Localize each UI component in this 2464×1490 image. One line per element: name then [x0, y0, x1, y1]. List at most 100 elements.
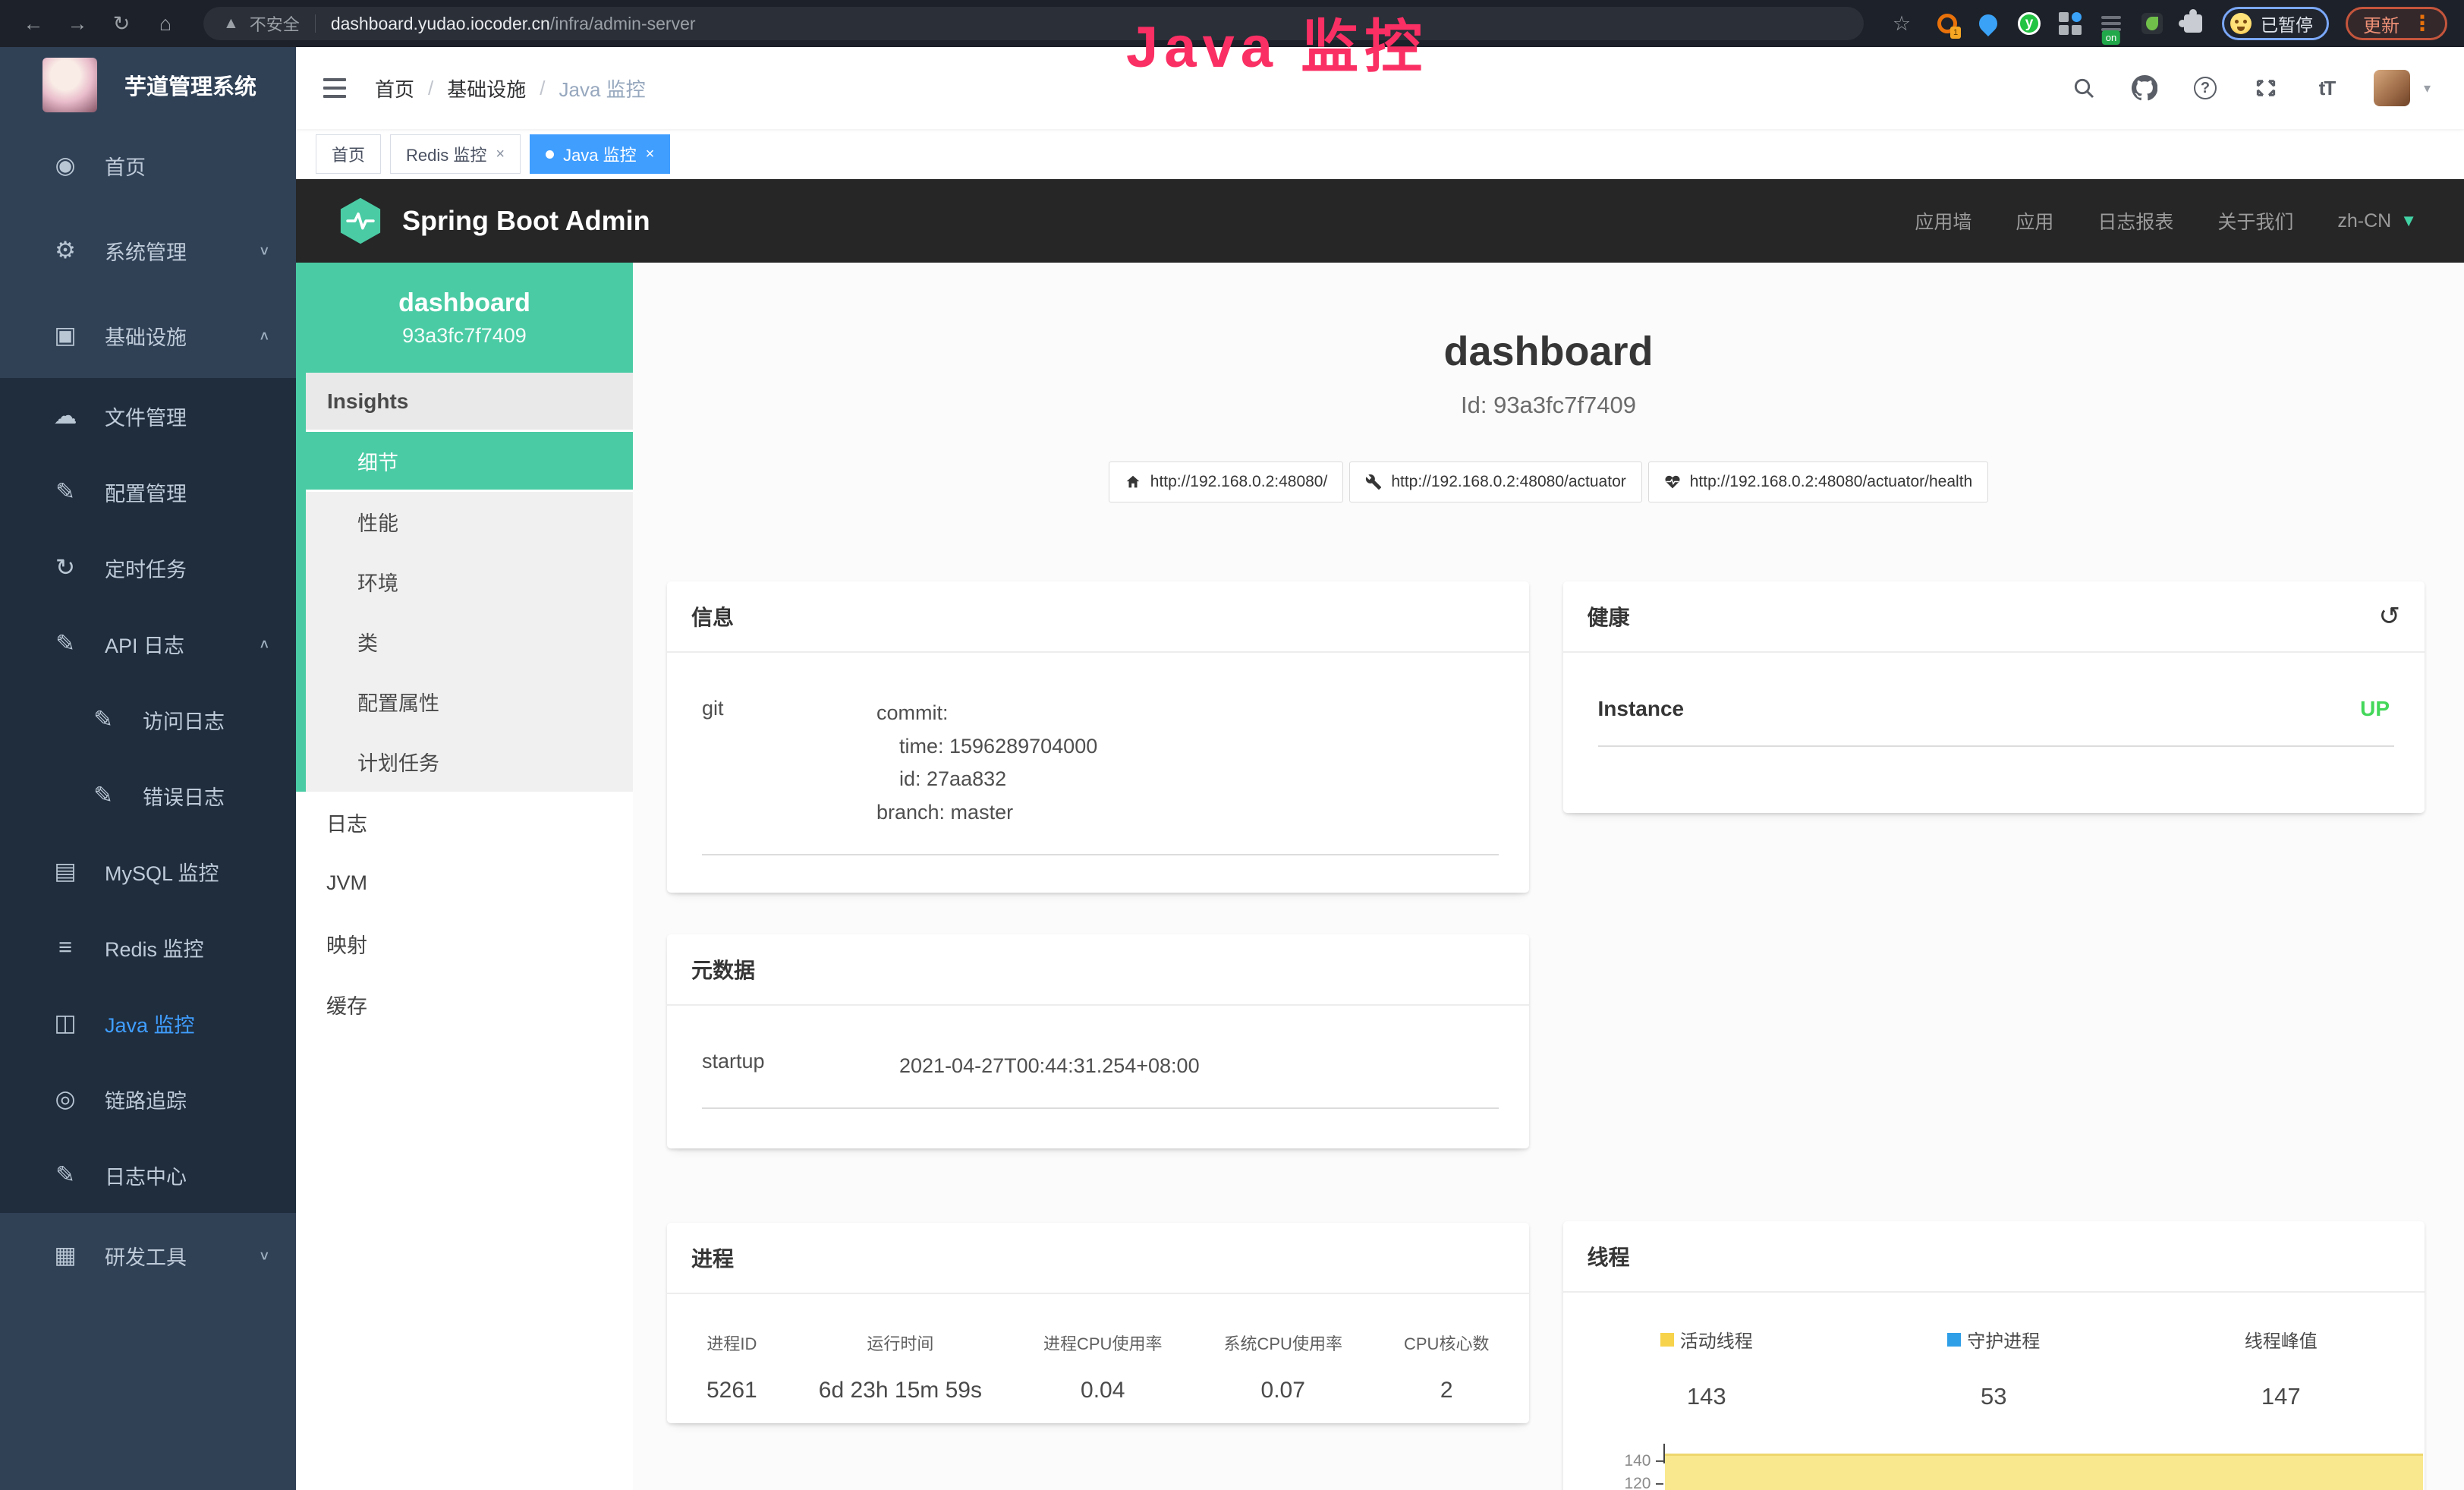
url-path: /infra/admin-server: [550, 14, 696, 33]
extension-orange-ring-icon[interactable]: 1: [1935, 11, 1959, 36]
sidebar-item-java[interactable]: ◫ Java 监控: [0, 985, 296, 1061]
sba-nav: 应用墙 应用 日志报表 关于我们 zh-CN ▼: [1915, 207, 2417, 235]
history-icon[interactable]: ↺: [2379, 603, 2401, 629]
sba-content: dashboard Id: 93a3fc7f7409 http://192.16…: [633, 263, 2464, 1490]
breadcrumb-infra[interactable]: 基础设施: [447, 74, 526, 102]
help-icon[interactable]: ?: [2192, 74, 2219, 102]
sba-item-caches[interactable]: 缓存: [296, 974, 633, 1035]
avatar[interactable]: [2374, 70, 2410, 106]
row-divider: [702, 1107, 1499, 1109]
sidebar-item-config[interactable]: ✎ 配置管理: [0, 454, 296, 530]
sidebar-logo-row[interactable]: 芋道管理系统: [0, 47, 296, 123]
gear-icon: ⚙: [49, 237, 82, 264]
process-col-proc-cpu: 进程CPU使用率 0.04: [1043, 1331, 1162, 1403]
extension-leaf-icon[interactable]: [2140, 11, 2164, 36]
extension-y-icon[interactable]: y: [2017, 11, 2041, 36]
update-label: 更新: [2363, 11, 2399, 37]
sba-app-header[interactable]: dashboard 93a3fc7f7409: [296, 263, 633, 373]
home-icon[interactable]: ⌂: [149, 7, 182, 40]
sidebar-item-file[interactable]: ☁ 文件管理: [0, 378, 296, 454]
sidebar-item-home[interactable]: ◉ 首页: [0, 123, 296, 208]
address-bar[interactable]: ▲ 不安全 dashboard.yudao.iocoder.cn/infra/a…: [203, 7, 1864, 40]
breadcrumb-home[interactable]: 首页: [375, 74, 414, 102]
fullscreen-icon[interactable]: [2252, 74, 2280, 102]
extension-grid-icon[interactable]: [2058, 11, 2082, 36]
sba-item-jvm[interactable]: JVM: [296, 852, 633, 913]
sidebar-item-error-log[interactable]: ✎ 错误日志: [0, 758, 296, 833]
sba-logo-icon: [338, 197, 382, 245]
log-edit-icon: ✎: [87, 782, 120, 809]
url-domain: dashboard.yudao.iocoder.cn: [331, 14, 550, 33]
sba-nav-about[interactable]: 关于我们: [2217, 207, 2293, 235]
sba-item-config-props[interactable]: 配置属性: [306, 672, 633, 732]
forward-icon[interactable]: →: [61, 7, 94, 40]
font-size-icon[interactable]: tT: [2313, 74, 2340, 102]
sba-item-scheduled-tasks[interactable]: 计划任务: [306, 732, 633, 792]
avatar-caret-icon[interactable]: ▾: [2424, 80, 2431, 96]
process-col-sys-cpu: 系统CPU使用率 0.07: [1224, 1331, 1342, 1403]
metadata-row-value: 2021-04-27T00:44:31.254+08:00: [899, 1050, 1499, 1083]
instance-home-link[interactable]: http://192.168.0.2:48080/: [1109, 461, 1344, 502]
instance-actuator-link[interactable]: http://192.168.0.2:48080/actuator: [1349, 461, 1641, 502]
process-col-uptime: 运行时间 6d 23h 15m 59s: [819, 1331, 982, 1403]
close-icon[interactable]: ×: [646, 146, 655, 163]
process-col-cores: CPU核心数 2: [1404, 1331, 1489, 1403]
reload-icon[interactable]: ↻: [105, 7, 138, 40]
tab-redis[interactable]: Redis 监控 ×: [390, 134, 521, 174]
active-dot-icon: [546, 150, 554, 159]
wrench-icon: [1365, 474, 1382, 490]
eye-icon: ◎: [49, 1085, 82, 1113]
monitor-icon: ▣: [49, 322, 82, 349]
home-icon: [1125, 474, 1141, 490]
sidebar-item-access-log[interactable]: ✎ 访问日志: [0, 682, 296, 758]
sba-item-mappings[interactable]: 映射: [296, 913, 633, 974]
back-icon[interactable]: ←: [17, 7, 50, 40]
sba-item-details[interactable]: 细节: [306, 432, 633, 492]
browser-update-button[interactable]: 更新 ⋮: [2346, 7, 2447, 40]
sidebar-item-system[interactable]: ⚙ 系统管理 ∨: [0, 208, 296, 293]
sba-nav-applications[interactable]: 应用: [2016, 207, 2053, 235]
cloud-upload-icon: ☁: [49, 402, 82, 430]
extension-pin-icon[interactable]: [1976, 11, 2000, 36]
sidebar-item-log-center[interactable]: ✎ 日志中心: [0, 1137, 296, 1213]
metadata-row-label: startup: [702, 1050, 899, 1083]
cards-grid: 信息 git commit: time: 1596289704000 id: 2…: [667, 581, 2425, 1490]
tab-java[interactable]: Java 监控 ×: [530, 134, 670, 174]
sba-nav-wallboard[interactable]: 应用墙: [1915, 207, 1972, 235]
profile-paused-badge[interactable]: 已暂停: [2222, 7, 2329, 40]
info-card-title: 信息: [667, 581, 1529, 653]
tab-home[interactable]: 首页: [316, 134, 381, 174]
sidebar-item-devtools[interactable]: ▦ 研发工具 ∨: [0, 1213, 296, 1298]
extensions-puzzle-icon[interactable]: [2181, 11, 2205, 36]
github-icon[interactable]: [2131, 74, 2158, 102]
close-icon[interactable]: ×: [496, 146, 505, 163]
chevron-down-icon: ∨: [259, 1248, 270, 1263]
sba-item-logs[interactable]: 日志: [296, 792, 633, 852]
process-card: 进程 进程ID 5261 运行时间 6d 23h 15m 59s: [667, 1223, 1529, 1423]
extension-switch-icon[interactable]: on: [2099, 11, 2123, 36]
java-monitor-icon: ◫: [49, 1010, 82, 1037]
health-card-title: 健康: [1588, 601, 1630, 632]
sba-item-metrics[interactable]: 性能: [306, 492, 633, 552]
instance-health-link[interactable]: http://192.168.0.2:48080/actuator/health: [1648, 461, 1988, 502]
hamburger-icon[interactable]: [323, 78, 346, 98]
sidebar-menu: ◉ 首页 ⚙ 系统管理 ∨ ▣ 基础设施 ∧ ☁ 文件管理 ✎ 配置管: [0, 123, 296, 1298]
sba-item-classes[interactable]: 类: [306, 612, 633, 672]
sba-brand[interactable]: Spring Boot Admin: [338, 197, 650, 245]
sba-locale-select[interactable]: zh-CN ▼: [2337, 210, 2417, 232]
sidebar-item-tracing[interactable]: ◎ 链路追踪: [0, 1061, 296, 1137]
search-icon[interactable]: [2070, 74, 2097, 102]
cards-right-column: 健康 ↺ Instance UP 线程: [1563, 581, 2425, 1490]
sidebar-item-redis[interactable]: ≡ Redis 监控: [0, 909, 296, 985]
sidebar-item-api-log[interactable]: ✎ API 日志 ∧: [0, 606, 296, 682]
sba-item-environment[interactable]: 环境: [306, 552, 633, 612]
sidebar-item-mysql[interactable]: ▤ MySQL 监控: [0, 833, 296, 909]
sidebar-item-cron[interactable]: ↻ 定时任务: [0, 530, 296, 606]
sba-nav-journal[interactable]: 日志报表: [2097, 207, 2173, 235]
threads-card: 线程 活动线程 143: [1563, 1221, 2425, 1490]
sidebar-item-infra[interactable]: ▣ 基础设施 ∧: [0, 293, 296, 378]
app-title: 芋道管理系统: [124, 69, 256, 101]
bookmark-star-icon[interactable]: ☆: [1885, 7, 1918, 40]
process-card-title: 进程: [667, 1223, 1529, 1294]
browser-menu-icon[interactable]: ⋮: [2409, 13, 2436, 34]
